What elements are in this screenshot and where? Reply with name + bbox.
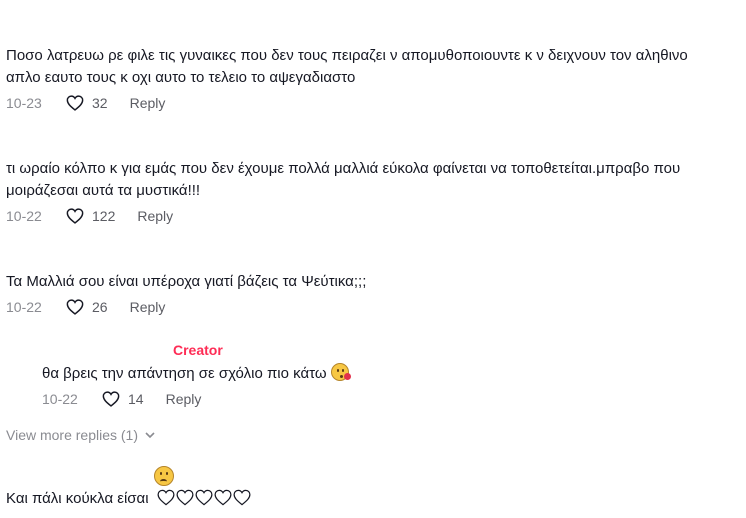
like-count: 26 — [92, 299, 108, 315]
heart-icon — [157, 489, 175, 506]
comment-date: 10-22 — [6, 299, 42, 315]
comment-text: Ποσο λατρευω ρε φιλε τις γυναικες που δε… — [6, 47, 688, 86]
comment-text-line: Και πάλι κούκλα είσαι — [6, 488, 706, 510]
comment-4: Και πάλι κούκλα είσαι — [6, 488, 706, 510]
heart-icon — [66, 95, 84, 111]
like-button[interactable]: 32 — [66, 95, 108, 111]
comment-text: Τα Μαλλιά σου είναι υπέροχα γιατί βάζεις… — [6, 273, 367, 290]
heart-icon — [214, 489, 232, 506]
worried-face-icon — [154, 466, 174, 486]
comment-meta: 10-23 32 Reply — [6, 95, 706, 111]
reply-date: 10-22 — [42, 391, 78, 407]
chevron-down-icon — [145, 432, 155, 439]
reply-button[interactable]: Reply — [166, 391, 202, 407]
like-button[interactable]: 122 — [66, 208, 115, 224]
comment-text: τι ωραίο κόλπο κ για εμάς που δεν έχουμε… — [6, 160, 681, 199]
hearts-row — [157, 489, 252, 506]
heart-icon — [195, 489, 213, 506]
comment-2: τι ωραίο κόλπο κ για εμάς που δεν έχουμε… — [6, 158, 706, 224]
like-count: 122 — [92, 208, 116, 224]
view-more-label: View more replies (1) — [6, 427, 139, 443]
comment-meta: 10-22 122 Reply — [6, 208, 706, 224]
comment-meta: 10-22 26 Reply — [6, 299, 706, 315]
creator-reply: θα βρεις την απάντηση σε σχόλιο πιο κάτω… — [42, 363, 742, 407]
comment-text: Και πάλι κούκλα είσαι — [6, 490, 149, 507]
view-more-replies-button[interactable]: View more replies (1) — [6, 427, 156, 443]
like-count: 14 — [128, 391, 144, 407]
like-button[interactable]: 26 — [66, 299, 108, 315]
reply-text: θα βρεις την απάντηση σε σχόλιο πιο κάτω — [42, 365, 327, 382]
comment-date: 10-23 — [6, 95, 42, 111]
heart-icon — [66, 208, 84, 224]
reply-text-line: θα βρεις την απάντηση σε σχόλιο πιο κάτω — [42, 363, 742, 385]
creator-badge: Creator — [173, 342, 223, 358]
like-button[interactable]: 14 — [102, 391, 144, 407]
comment-date: 10-22 — [6, 208, 42, 224]
comment-3: Τα Μαλλιά σου είναι υπέροχα γιατί βάζεις… — [6, 271, 706, 315]
kissing-face-icon — [330, 363, 351, 381]
like-count: 32 — [92, 95, 108, 111]
reply-button[interactable]: Reply — [130, 95, 166, 111]
comment-1: Ποσο λατρευω ρε φιλε τις γυναικες που δε… — [6, 45, 706, 111]
heart-icon — [102, 391, 120, 407]
heart-icon — [233, 489, 251, 506]
heart-icon — [66, 299, 84, 315]
reply-meta: 10-22 14 Reply — [42, 391, 742, 407]
reply-button[interactable]: Reply — [137, 208, 173, 224]
heart-icon — [176, 489, 194, 506]
reply-button[interactable]: Reply — [130, 299, 166, 315]
